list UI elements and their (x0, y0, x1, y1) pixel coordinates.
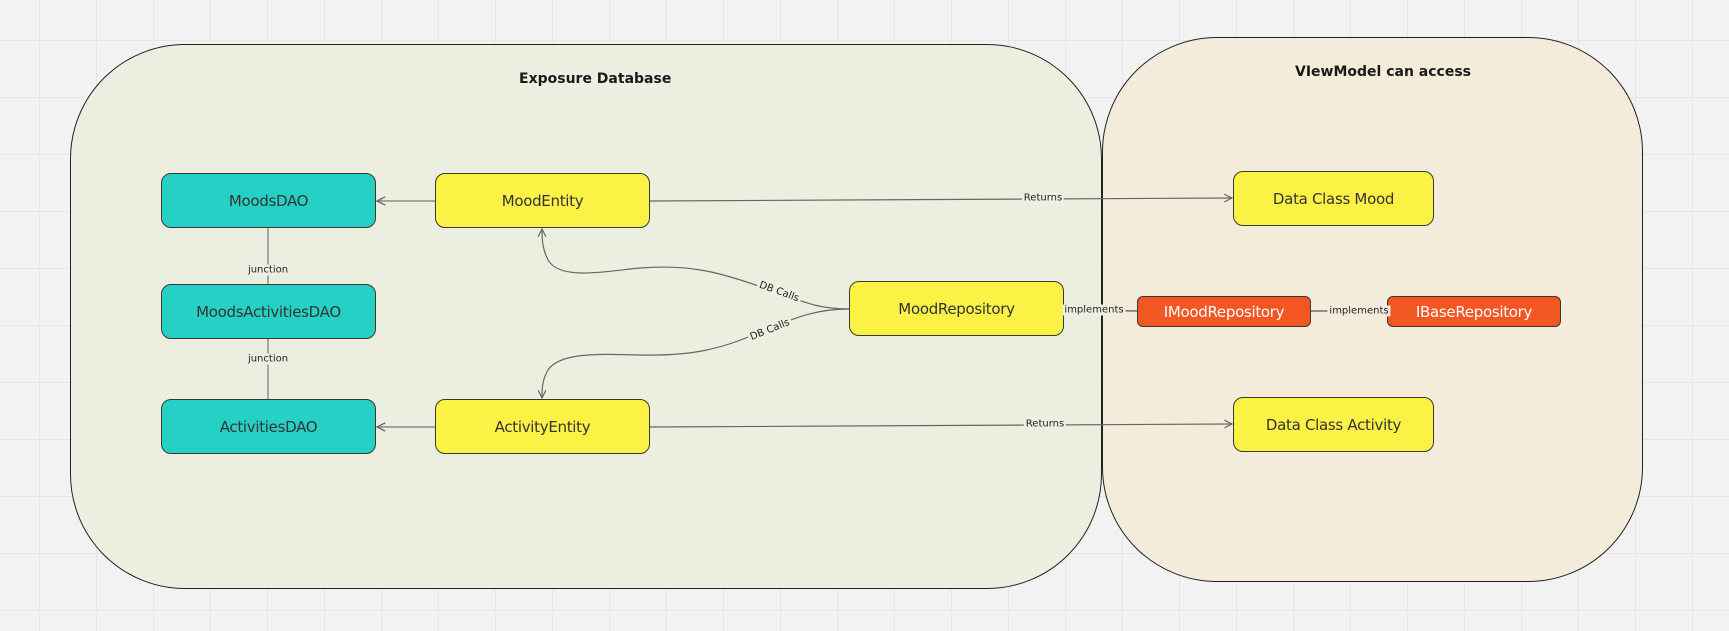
node-mood-repository[interactable]: MoodRepository (849, 281, 1064, 336)
node-moods-activities-dao[interactable]: MoodsActivitiesDAO (161, 284, 376, 339)
label-junction-2: junction (245, 353, 291, 365)
node-ibase-repository[interactable]: IBaseRepository (1387, 296, 1561, 327)
viewmodel-access-title: VIewModel can access (1295, 64, 1472, 80)
node-data-class-activity[interactable]: Data Class Activity (1233, 397, 1434, 452)
node-activities-dao[interactable]: ActivitiesDAO (161, 399, 376, 454)
node-moods-dao[interactable]: MoodsDAO (161, 173, 376, 228)
node-mood-entity[interactable]: MoodEntity (435, 173, 650, 228)
label-junction-1: junction (245, 264, 291, 276)
exposure-database-title: Exposure Database (519, 71, 672, 87)
label-implements-1: implements (1062, 304, 1126, 316)
label-returns-mood: Returns (1021, 192, 1065, 204)
label-returns-activity: Returns (1023, 418, 1067, 430)
label-implements-2: implements (1327, 305, 1391, 317)
node-activity-entity[interactable]: ActivityEntity (435, 399, 650, 454)
node-imood-repository[interactable]: IMoodRepository (1137, 296, 1311, 327)
node-data-class-mood[interactable]: Data Class Mood (1233, 171, 1434, 226)
